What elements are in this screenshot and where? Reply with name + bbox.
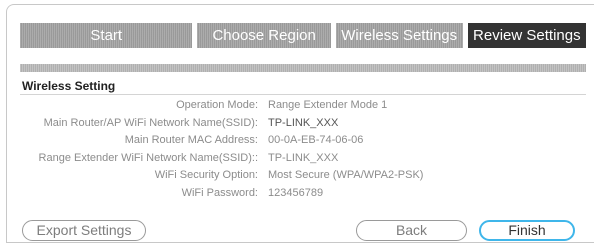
settings-list: Operation Mode: Range Extender Mode 1 Ma… [0, 99, 594, 204]
setting-label: Main Router/AP WiFi Network Name(SSID): [43, 116, 258, 129]
section-divider [20, 94, 586, 95]
setting-value: 123456789 [268, 186, 324, 199]
section-title: Wireless Setting [22, 79, 116, 93]
header-stripe [20, 64, 586, 72]
setting-label: Main Router MAC Address: [124, 134, 258, 146]
step-wireless-settings[interactable]: Wireless Settings [335, 23, 463, 48]
setting-main-router-ssid: Main Router/AP WiFi Network Name(SSID): … [0, 117, 594, 135]
setting-label: WiFi Password: [181, 186, 258, 199]
setting-value: TP-LINK_XXX [268, 151, 339, 164]
finish-button[interactable]: Finish [479, 220, 575, 241]
setting-label: WiFi Security Option: [154, 169, 258, 181]
setting-extender-ssid: Range Extender WiFi Network Name(SSID)::… [0, 152, 594, 170]
back-button[interactable]: Back [356, 220, 467, 241]
step-choose-region[interactable]: Choose Region [197, 23, 331, 48]
setting-value: 00-0A-EB-74-06-06 [268, 134, 364, 146]
export-settings-button[interactable]: Export Settings [22, 220, 146, 241]
setting-wifi-password: WiFi Password: 123456789 [0, 187, 594, 205]
setting-main-router-mac: Main Router MAC Address: 00-0A-EB-74-06-… [0, 134, 594, 152]
step-review-settings[interactable]: Review Settings [467, 23, 587, 48]
setting-security-option: WiFi Security Option: Most Secure (WPA/W… [0, 169, 594, 187]
setting-value: TP-LINK_XXX [268, 116, 339, 129]
step-start[interactable]: Start [20, 23, 193, 48]
setting-operation-mode: Operation Mode: Range Extender Mode 1 [0, 99, 594, 117]
setting-label: Operation Mode: [176, 99, 258, 111]
setting-label: Range Extender WiFi Network Name(SSID):: [38, 151, 258, 164]
wizard-steps: Start Choose Region Wireless Settings Re… [20, 23, 587, 48]
setting-value: Range Extender Mode 1 [268, 99, 388, 111]
setting-value: Most Secure (WPA/WPA2-PSK) [268, 169, 424, 181]
